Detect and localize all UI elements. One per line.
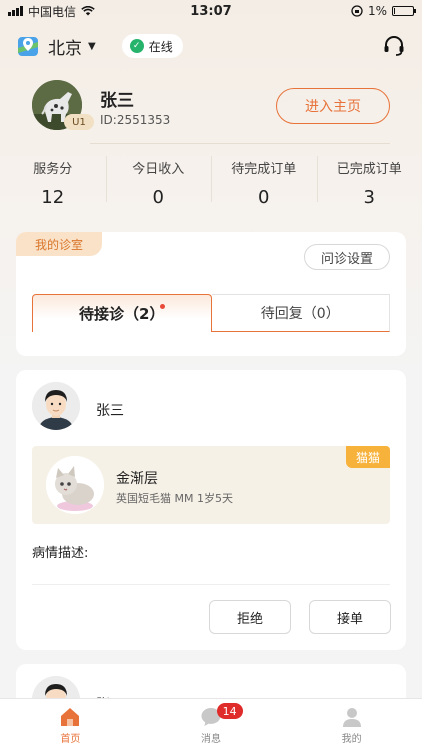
divider <box>32 584 390 585</box>
profile-section: U1 张三 ID:2551353 进入主页 <box>32 80 390 130</box>
battery-percent: 1% <box>367 4 387 18</box>
pet-name: 金渐层 <box>116 471 158 487</box>
city-selector[interactable]: 北京 ▼ <box>16 34 96 59</box>
reject-button[interactable]: 拒绝 <box>209 600 291 634</box>
clinic-card: 我的诊室 问诊设置 待接诊（2） 待回复（0） <box>16 232 406 356</box>
stat-label: 已完成订单 <box>336 162 402 177</box>
stat-today-income[interactable]: 今日收入 0 <box>105 150 212 216</box>
order-card: 张三 金渐层 英国短毛猫 MM 1岁5天 猫猫 病情描述: 拒绝 接单 <box>16 370 406 650</box>
tab-label: 待回复（0） <box>260 306 340 322</box>
stat-completed-orders[interactable]: 已完成订单 3 <box>316 150 422 216</box>
cat-image <box>46 456 104 514</box>
unread-count-badge: 14 <box>216 703 243 719</box>
pet-type-badge: 猫猫 <box>346 446 390 468</box>
map-icon <box>18 37 38 56</box>
enter-homepage-button[interactable]: 进入主页 <box>276 88 390 124</box>
city-name: 北京 <box>48 38 82 59</box>
headset-icon[interactable] <box>382 34 406 58</box>
stat-value: 3 <box>363 187 375 208</box>
caret-down-icon: ▼ <box>88 40 96 52</box>
status-bar: 中国电信 13:07 1% <box>0 0 422 22</box>
tabbar-item-home[interactable]: 首页 <box>0 699 141 750</box>
orientation-lock-icon <box>351 5 363 17</box>
notification-dot <box>159 304 165 309</box>
carrier-label: 中国电信 <box>28 4 77 19</box>
top-header: 北京 ▼ ✓ 在线 <box>0 28 422 64</box>
stat-value: 0 <box>152 187 164 208</box>
check-icon: ✓ <box>129 39 144 53</box>
online-status-toggle[interactable]: ✓ 在线 <box>121 34 183 58</box>
description-label: 病情描述: <box>32 546 89 561</box>
stat-value: 12 <box>41 187 65 208</box>
wifi-icon <box>81 6 95 16</box>
signal-icon <box>8 6 23 16</box>
user-avatar-image <box>32 382 80 430</box>
tab-pending-reply[interactable]: 待回复（0） <box>211 294 390 332</box>
profile-name: 张三 <box>100 91 134 111</box>
home-icon <box>61 708 80 726</box>
bottom-tab-bar: 首页 消息 14 我的 <box>0 698 422 750</box>
tabbar-label: 我的 <box>341 734 362 745</box>
tabbar-item-profile[interactable]: 我的 <box>281 699 422 750</box>
profile-id: ID:2551353 <box>100 113 171 127</box>
tab-label: 待接诊（2） <box>79 305 165 323</box>
tab-pending-consultation[interactable]: 待接诊（2） <box>32 294 212 332</box>
stat-service-score[interactable]: 服务分 12 <box>0 150 106 216</box>
stat-label: 服务分 <box>33 162 73 177</box>
clinic-tabs: 待接诊（2） 待回复（0） <box>32 294 390 332</box>
tabbar-label: 首页 <box>60 734 81 745</box>
stat-value: 0 <box>258 187 270 208</box>
stat-label: 待完成订单 <box>231 162 297 177</box>
avatar <box>32 382 80 430</box>
divider <box>90 143 390 144</box>
pet-details: 英国短毛猫 MM 1岁5天 <box>116 492 233 505</box>
online-status-label: 在线 <box>148 39 173 54</box>
pet-info-panel[interactable]: 金渐层 英国短毛猫 MM 1岁5天 猫猫 <box>32 446 390 524</box>
owner-name: 张三 <box>96 403 124 419</box>
battery-icon <box>392 6 416 16</box>
stat-label: 今日收入 <box>132 162 185 177</box>
pet-photo <box>46 456 104 514</box>
consultation-settings-button[interactable]: 问诊设置 <box>304 244 390 270</box>
accept-order-button[interactable]: 接单 <box>309 600 391 634</box>
user-icon <box>342 708 361 727</box>
tabbar-label: 消息 <box>201 734 221 745</box>
clinic-tag: 我的诊室 <box>16 232 102 256</box>
tabbar-item-messages[interactable]: 消息 14 <box>141 699 282 750</box>
stat-pending-orders[interactable]: 待完成订单 0 <box>211 150 317 216</box>
stats-row: 服务分 12 今日收入 0 待完成订单 0 已完成订单 3 <box>0 150 422 216</box>
level-badge: U1 <box>64 114 94 130</box>
